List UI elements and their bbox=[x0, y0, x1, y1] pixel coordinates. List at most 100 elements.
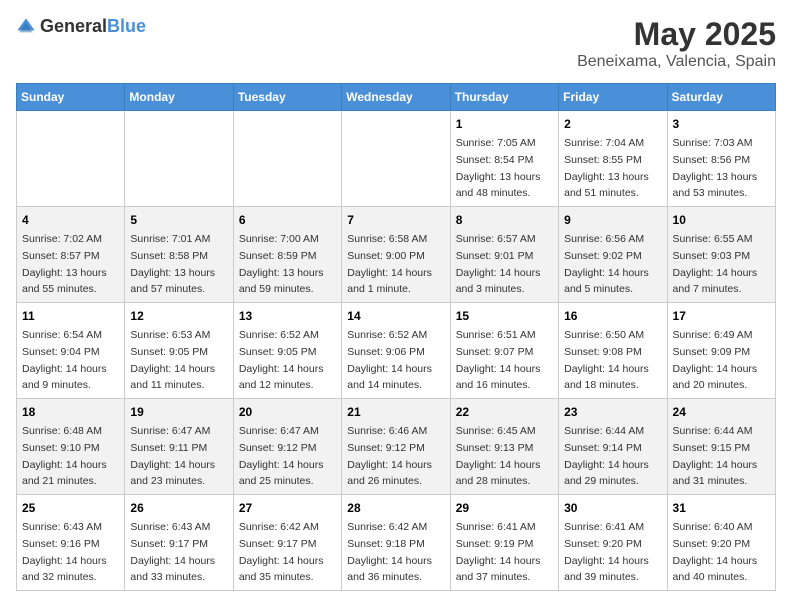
daylight: Daylight: 14 hours and 33 minutes. bbox=[130, 555, 215, 584]
daylight: Daylight: 14 hours and 25 minutes. bbox=[239, 459, 324, 488]
header-saturday: Saturday bbox=[667, 84, 775, 111]
sunrise: Sunrise: 6:56 AM bbox=[564, 233, 644, 245]
table-row bbox=[342, 111, 450, 207]
page-header: GeneralBlue May 2025 Beneixama, Valencia… bbox=[16, 16, 776, 71]
day-number: 18 bbox=[22, 403, 119, 421]
sunrise: Sunrise: 6:47 AM bbox=[130, 425, 210, 437]
sunset: Sunset: 9:00 PM bbox=[347, 250, 425, 262]
sunrise: Sunrise: 6:58 AM bbox=[347, 233, 427, 245]
table-row: 5 Sunrise: 7:01 AM Sunset: 8:58 PM Dayli… bbox=[125, 207, 233, 303]
header-monday: Monday bbox=[125, 84, 233, 111]
logo-text: GeneralBlue bbox=[40, 16, 146, 37]
day-number: 26 bbox=[130, 499, 227, 517]
daylight: Daylight: 14 hours and 14 minutes. bbox=[347, 363, 432, 392]
day-number: 29 bbox=[456, 499, 553, 517]
day-number: 25 bbox=[22, 499, 119, 517]
table-row: 7 Sunrise: 6:58 AM Sunset: 9:00 PM Dayli… bbox=[342, 207, 450, 303]
logo: GeneralBlue bbox=[16, 16, 146, 37]
daylight: Daylight: 13 hours and 59 minutes. bbox=[239, 267, 324, 296]
table-row: 29 Sunrise: 6:41 AM Sunset: 9:19 PM Dayl… bbox=[450, 495, 558, 591]
daylight: Daylight: 13 hours and 48 minutes. bbox=[456, 171, 541, 200]
table-row: 1 Sunrise: 7:05 AM Sunset: 8:54 PM Dayli… bbox=[450, 111, 558, 207]
daylight: Daylight: 14 hours and 36 minutes. bbox=[347, 555, 432, 584]
daylight: Daylight: 14 hours and 12 minutes. bbox=[239, 363, 324, 392]
sunset: Sunset: 9:03 PM bbox=[673, 250, 751, 262]
table-row: 19 Sunrise: 6:47 AM Sunset: 9:11 PM Dayl… bbox=[125, 399, 233, 495]
calendar-week-row: 4 Sunrise: 7:02 AM Sunset: 8:57 PM Dayli… bbox=[17, 207, 776, 303]
sunset: Sunset: 8:57 PM bbox=[22, 250, 100, 262]
sunrise: Sunrise: 6:52 AM bbox=[347, 329, 427, 341]
calendar-table: Sunday Monday Tuesday Wednesday Thursday… bbox=[16, 83, 776, 591]
sunrise: Sunrise: 6:54 AM bbox=[22, 329, 102, 341]
sunrise: Sunrise: 6:55 AM bbox=[673, 233, 753, 245]
sunrise: Sunrise: 6:52 AM bbox=[239, 329, 319, 341]
sunrise: Sunrise: 6:44 AM bbox=[564, 425, 644, 437]
day-number: 31 bbox=[673, 499, 770, 517]
daylight: Daylight: 14 hours and 21 minutes. bbox=[22, 459, 107, 488]
table-row bbox=[17, 111, 125, 207]
table-row: 21 Sunrise: 6:46 AM Sunset: 9:12 PM Dayl… bbox=[342, 399, 450, 495]
sunrise: Sunrise: 6:40 AM bbox=[673, 521, 753, 533]
daylight: Daylight: 14 hours and 35 minutes. bbox=[239, 555, 324, 584]
daylight: Daylight: 14 hours and 1 minute. bbox=[347, 267, 432, 296]
table-row: 9 Sunrise: 6:56 AM Sunset: 9:02 PM Dayli… bbox=[559, 207, 667, 303]
sunrise: Sunrise: 6:57 AM bbox=[456, 233, 536, 245]
day-number: 7 bbox=[347, 211, 444, 229]
header-friday: Friday bbox=[559, 84, 667, 111]
day-number: 9 bbox=[564, 211, 661, 229]
sunset: Sunset: 9:12 PM bbox=[347, 442, 425, 454]
sunset: Sunset: 9:08 PM bbox=[564, 346, 642, 358]
daylight: Daylight: 14 hours and 26 minutes. bbox=[347, 459, 432, 488]
day-number: 22 bbox=[456, 403, 553, 421]
logo-icon bbox=[16, 17, 36, 37]
sunset: Sunset: 9:20 PM bbox=[564, 538, 642, 550]
table-row: 25 Sunrise: 6:43 AM Sunset: 9:16 PM Dayl… bbox=[17, 495, 125, 591]
day-number: 17 bbox=[673, 307, 770, 325]
daylight: Daylight: 14 hours and 23 minutes. bbox=[130, 459, 215, 488]
sunset: Sunset: 9:11 PM bbox=[130, 442, 207, 454]
sunset: Sunset: 9:12 PM bbox=[239, 442, 317, 454]
sunset: Sunset: 8:55 PM bbox=[564, 154, 642, 166]
sunrise: Sunrise: 6:49 AM bbox=[673, 329, 753, 341]
sunrise: Sunrise: 6:51 AM bbox=[456, 329, 536, 341]
sunset: Sunset: 9:06 PM bbox=[347, 346, 425, 358]
daylight: Daylight: 14 hours and 40 minutes. bbox=[673, 555, 758, 584]
table-row: 20 Sunrise: 6:47 AM Sunset: 9:12 PM Dayl… bbox=[233, 399, 341, 495]
daylight: Daylight: 14 hours and 11 minutes. bbox=[130, 363, 215, 392]
table-row: 24 Sunrise: 6:44 AM Sunset: 9:15 PM Dayl… bbox=[667, 399, 775, 495]
sunset: Sunset: 9:14 PM bbox=[564, 442, 642, 454]
table-row bbox=[125, 111, 233, 207]
day-number: 23 bbox=[564, 403, 661, 421]
sunrise: Sunrise: 6:44 AM bbox=[673, 425, 753, 437]
sunrise: Sunrise: 7:01 AM bbox=[130, 233, 210, 245]
header-thursday: Thursday bbox=[450, 84, 558, 111]
daylight: Daylight: 14 hours and 16 minutes. bbox=[456, 363, 541, 392]
sunset: Sunset: 9:16 PM bbox=[22, 538, 100, 550]
day-number: 8 bbox=[456, 211, 553, 229]
sunrise: Sunrise: 7:02 AM bbox=[22, 233, 102, 245]
table-row: 10 Sunrise: 6:55 AM Sunset: 9:03 PM Dayl… bbox=[667, 207, 775, 303]
table-row: 23 Sunrise: 6:44 AM Sunset: 9:14 PM Dayl… bbox=[559, 399, 667, 495]
sunrise: Sunrise: 6:42 AM bbox=[347, 521, 427, 533]
daylight: Daylight: 14 hours and 39 minutes. bbox=[564, 555, 649, 584]
table-row bbox=[233, 111, 341, 207]
day-number: 10 bbox=[673, 211, 770, 229]
sunset: Sunset: 8:54 PM bbox=[456, 154, 534, 166]
sunset: Sunset: 8:59 PM bbox=[239, 250, 317, 262]
sunrise: Sunrise: 7:05 AM bbox=[456, 137, 536, 149]
daylight: Daylight: 13 hours and 57 minutes. bbox=[130, 267, 215, 296]
day-number: 30 bbox=[564, 499, 661, 517]
sunrise: Sunrise: 7:04 AM bbox=[564, 137, 644, 149]
table-row: 11 Sunrise: 6:54 AM Sunset: 9:04 PM Dayl… bbox=[17, 303, 125, 399]
header-row: Sunday Monday Tuesday Wednesday Thursday… bbox=[17, 84, 776, 111]
table-row: 16 Sunrise: 6:50 AM Sunset: 9:08 PM Dayl… bbox=[559, 303, 667, 399]
sunrise: Sunrise: 7:00 AM bbox=[239, 233, 319, 245]
sunset: Sunset: 9:04 PM bbox=[22, 346, 100, 358]
day-number: 4 bbox=[22, 211, 119, 229]
table-row: 13 Sunrise: 6:52 AM Sunset: 9:05 PM Dayl… bbox=[233, 303, 341, 399]
table-row: 18 Sunrise: 6:48 AM Sunset: 9:10 PM Dayl… bbox=[17, 399, 125, 495]
calendar-week-row: 18 Sunrise: 6:48 AM Sunset: 9:10 PM Dayl… bbox=[17, 399, 776, 495]
sunset: Sunset: 9:19 PM bbox=[456, 538, 534, 550]
sunrise: Sunrise: 7:03 AM bbox=[673, 137, 753, 149]
sunset: Sunset: 9:15 PM bbox=[673, 442, 751, 454]
